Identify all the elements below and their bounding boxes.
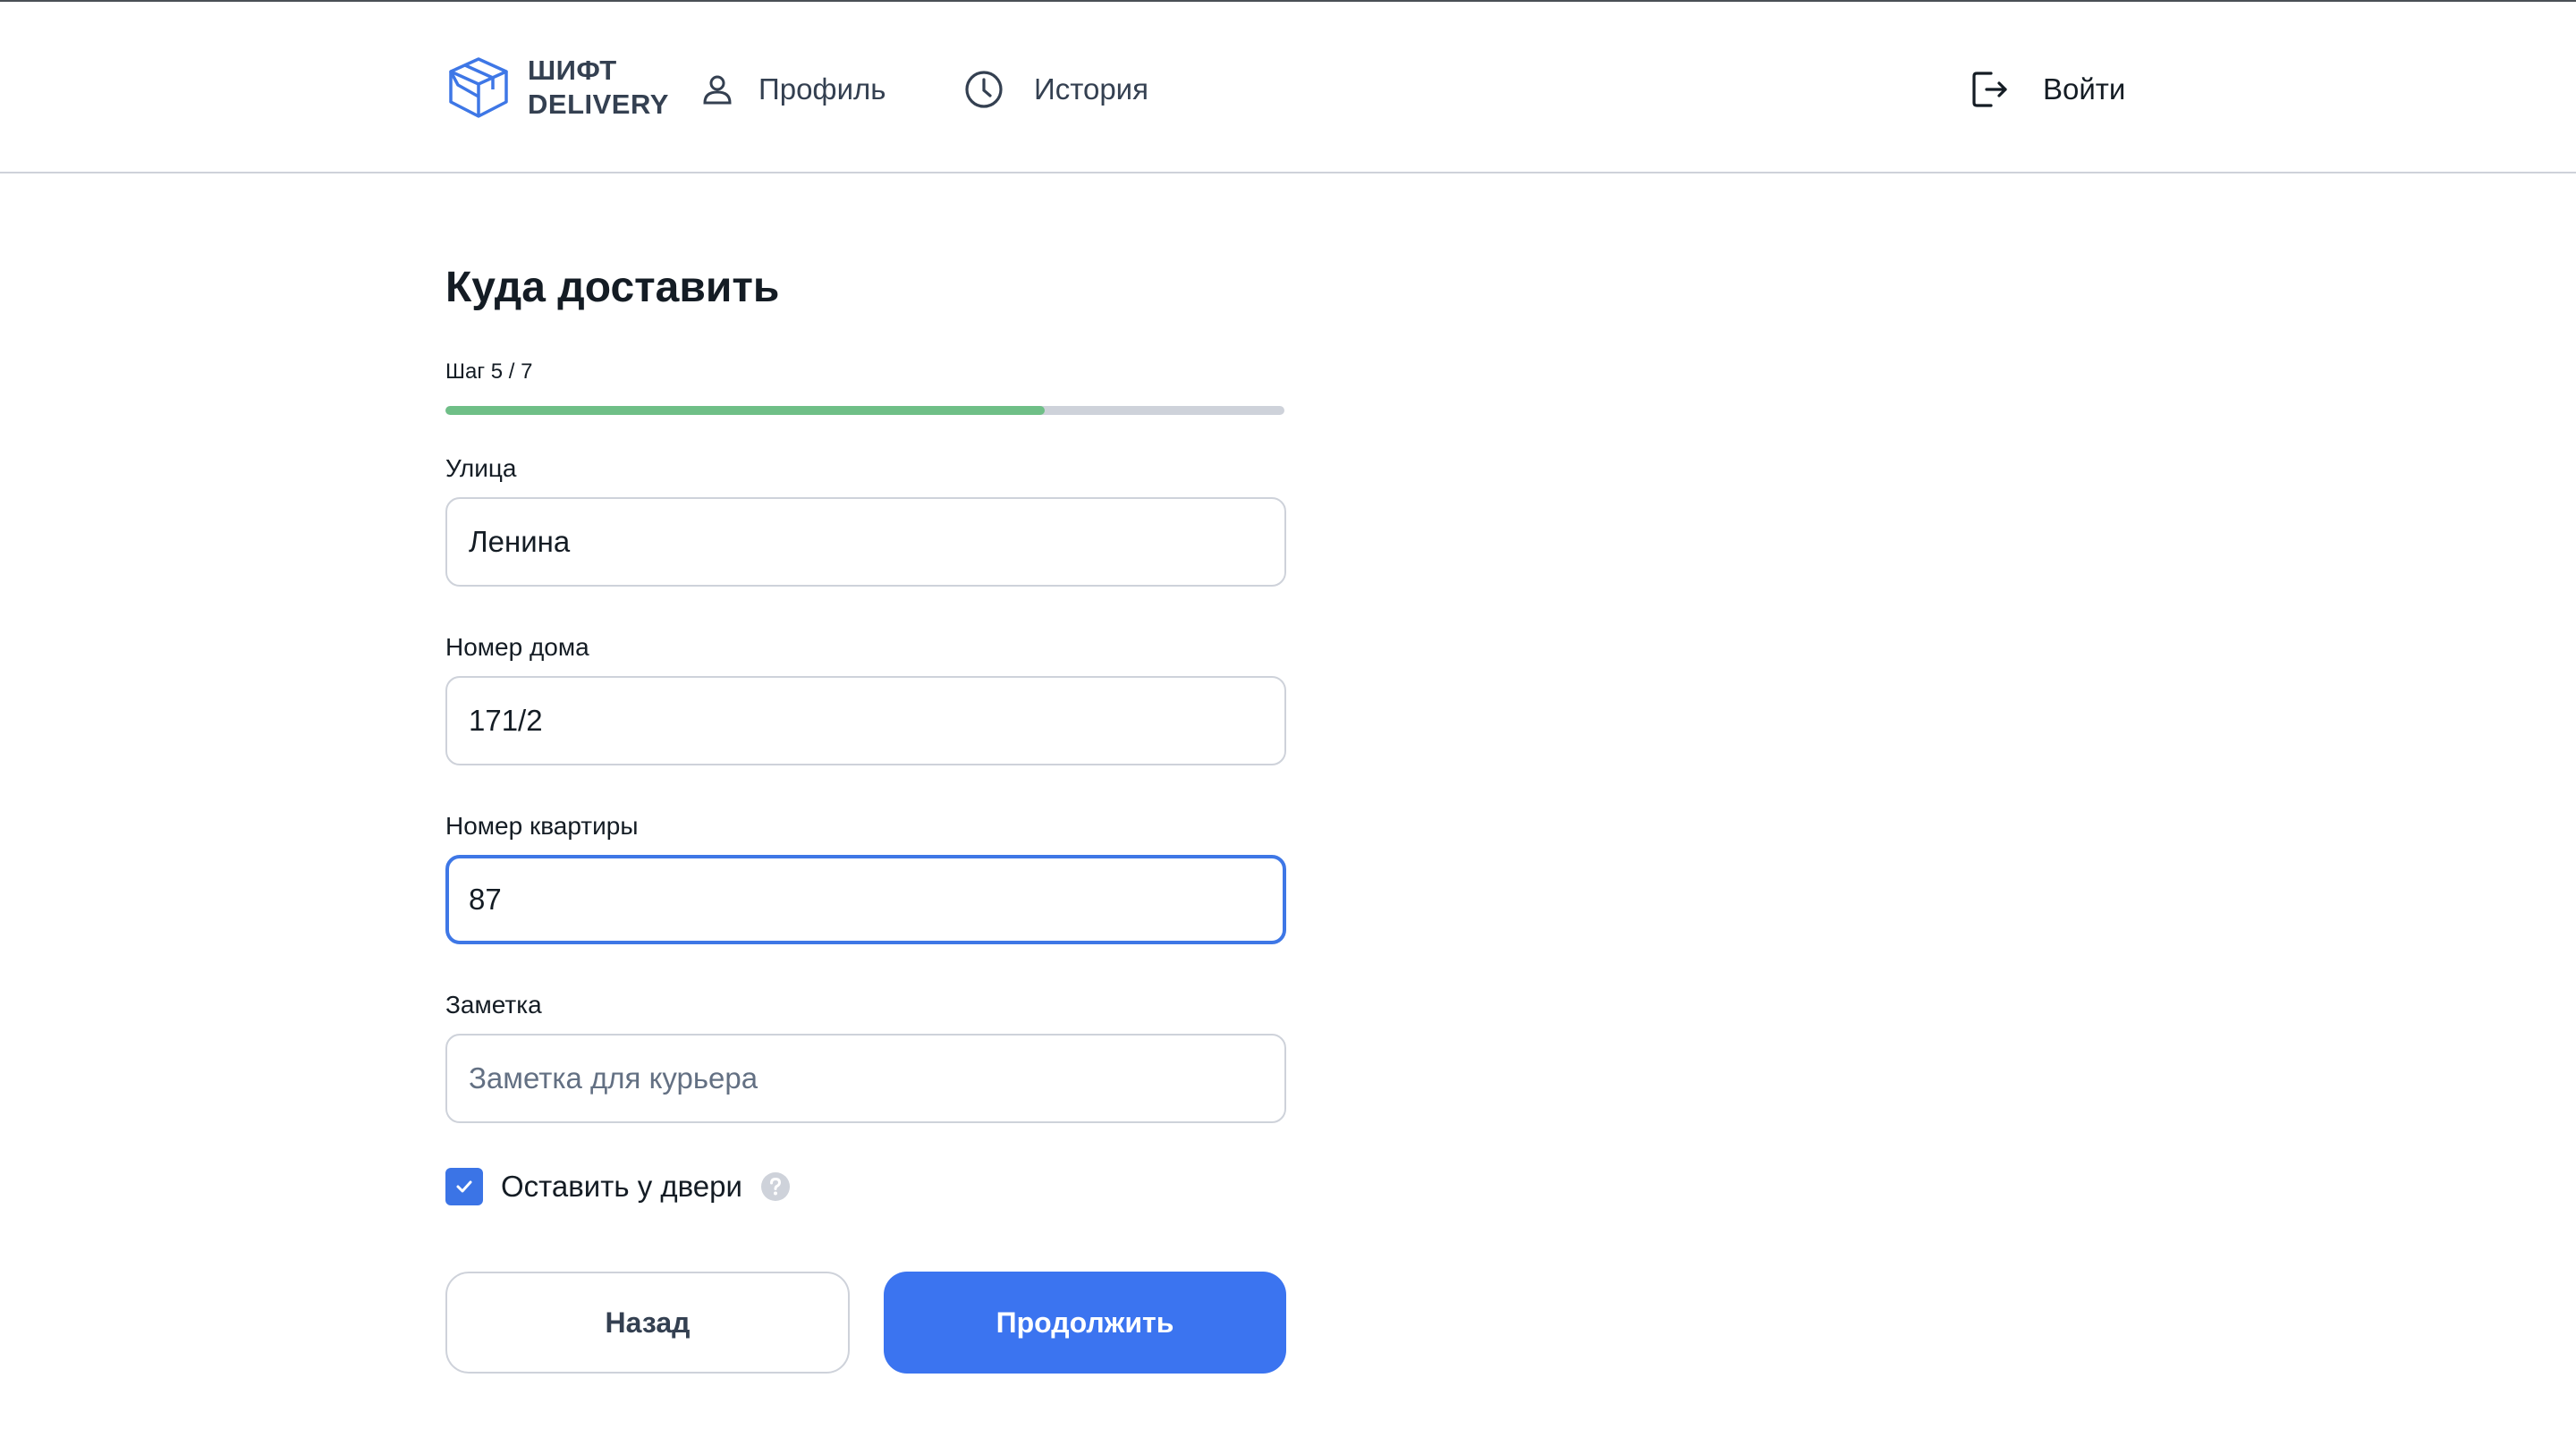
nav-profile[interactable]: Профиль	[701, 64, 886, 114]
nav-login-label: Войти	[2043, 72, 2126, 106]
back-button[interactable]: Назад	[445, 1272, 850, 1374]
leave-at-door-label[interactable]: Оставить у двери	[501, 1170, 742, 1204]
apartment-number-input[interactable]	[445, 855, 1286, 944]
nav-login[interactable]: Войти	[1971, 64, 2125, 114]
page-title: Куда доставить	[445, 264, 780, 311]
continue-button[interactable]: Продолжить	[884, 1272, 1286, 1374]
brand-line-2: DELIVERY	[528, 89, 669, 120]
box-icon	[449, 57, 508, 118]
note-label: Заметка	[445, 991, 542, 1019]
street-input[interactable]	[445, 497, 1286, 587]
brand-name[interactable]: ШИФТ DELIVERY	[528, 54, 669, 122]
house-number-input[interactable]	[445, 676, 1286, 765]
step-indicator: Шаг 5 / 7	[445, 359, 533, 384]
step-progress-fill	[445, 406, 1045, 415]
clock-icon	[965, 71, 1003, 108]
site-header: ШИФТ DELIVERY Профиль История Войти	[0, 2, 2576, 173]
nav-profile-label: Профиль	[758, 72, 886, 106]
user-icon	[703, 75, 732, 105]
house-label: Номер дома	[445, 633, 589, 661]
question-icon[interactable]	[760, 1171, 791, 1202]
leave-at-door-option: Оставить у двери	[445, 1168, 791, 1205]
check-icon	[456, 1180, 472, 1193]
step-progress-bar	[445, 406, 1284, 415]
brand-line-1: ШИФТ	[528, 55, 617, 86]
exit-icon	[1972, 72, 2007, 107]
apartment-label: Номер квартиры	[445, 812, 639, 840]
nav-history-label: История	[1034, 72, 1148, 106]
courier-note-input[interactable]	[445, 1034, 1286, 1123]
street-label: Улица	[445, 454, 517, 482]
nav-history[interactable]: История	[964, 64, 1148, 114]
leave-at-door-checkbox[interactable]	[445, 1168, 483, 1205]
